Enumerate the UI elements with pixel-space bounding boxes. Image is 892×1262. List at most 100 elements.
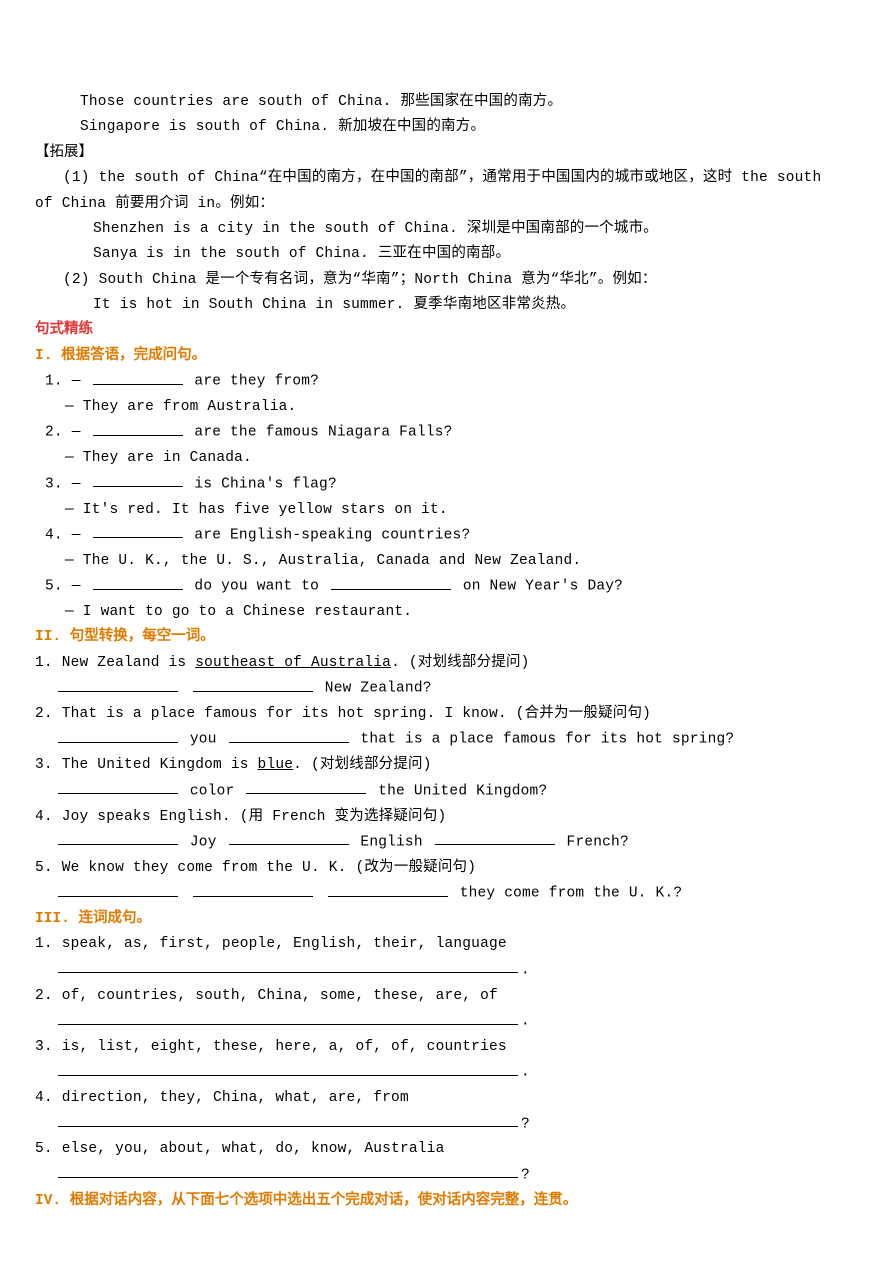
fill-blank[interactable]	[331, 574, 451, 590]
q-tail: is China's flag?	[186, 476, 337, 492]
s1-a1: — They are from Australia.	[35, 395, 857, 420]
s2-q2: 2. That is a place famous for its hot sp…	[35, 702, 857, 727]
s3-q3-blank: .	[35, 1060, 857, 1086]
expansion-p2: (2) South China 是一个专有名词，意为“华南”；North Chi…	[35, 268, 857, 293]
fill-blank[interactable]	[435, 830, 555, 846]
fill-blank[interactable]	[93, 523, 183, 539]
fill-blank[interactable]	[93, 472, 183, 488]
q-post: . (对划线部分提问)	[293, 757, 432, 773]
q-tail: New Zealand?	[316, 681, 432, 697]
s3-q1-blank: .	[35, 958, 857, 984]
s3-q5: 5. else, you, about, what, do, know, Aus…	[35, 1137, 857, 1162]
fill-blank[interactable]	[229, 727, 349, 743]
punct: .	[521, 1014, 530, 1030]
s3-q4-blank: ?	[35, 1112, 857, 1138]
expansion-ex1: Shenzhen is a city in the south of China…	[35, 217, 857, 242]
q-tail: the United Kingdom?	[369, 783, 547, 799]
text-en: Those countries are south of China.	[80, 94, 392, 110]
fill-blank[interactable]	[58, 1009, 518, 1025]
s3-q4: 4. direction, they, China, what, are, fr…	[35, 1086, 857, 1111]
s2-q3-blank: color the United Kingdom?	[35, 779, 857, 805]
text-en: Singapore is south of China.	[80, 119, 329, 135]
fill-blank[interactable]	[193, 676, 313, 692]
s1-a5: — I want to go to a Chinese restaurant.	[35, 600, 857, 625]
expansion-label: 【拓展】	[35, 141, 857, 166]
q-tail: are English-speaking countries?	[186, 527, 471, 543]
q-mid: color	[181, 783, 243, 799]
heading-s4: IV. 根据对话内容，从下面七个选项中选出五个完成对话，使对话内容完整，连贯。	[35, 1189, 857, 1214]
fill-blank[interactable]	[229, 830, 349, 846]
heading-s3: III. 连词成句。	[35, 907, 857, 932]
s2-q1-blank: New Zealand?	[35, 676, 857, 702]
fill-blank[interactable]	[58, 830, 178, 846]
fill-blank[interactable]	[58, 881, 178, 897]
s1-a3: — It's red. It has five yellow stars on …	[35, 498, 857, 523]
q-tail: on New Year's Day?	[454, 579, 623, 595]
s1-q5: 5. — do you want to on New Year's Day?	[35, 574, 857, 600]
underlined-text: blue	[258, 757, 294, 773]
expansion-p1a: (1) the south of China“在中国的南方，在中国的南部”，通常…	[35, 166, 857, 191]
fill-blank[interactable]	[93, 369, 183, 385]
q-tail: that is a place famous for its hot sprin…	[352, 732, 735, 748]
s3-q5-blank: ?	[35, 1163, 857, 1189]
q-mid: you	[181, 732, 226, 748]
fill-blank[interactable]	[58, 1112, 518, 1128]
example-line-1: Those countries are south of China. 那些国家…	[35, 90, 857, 115]
s3-q2: 2. of, countries, south, China, some, th…	[35, 984, 857, 1009]
heading-s1: I. 根据答语，完成问句。	[35, 344, 857, 369]
fill-blank[interactable]	[58, 779, 178, 795]
fill-blank[interactable]	[328, 881, 448, 897]
underlined-text: southeast of Australia	[195, 655, 391, 671]
s1-a4: — The U. K., the U. S., Australia, Canad…	[35, 549, 857, 574]
s2-q5-blank: they come from the U. K.?	[35, 881, 857, 907]
fill-blank[interactable]	[58, 1163, 518, 1179]
s1-q4: 4. — are English-speaking countries?	[35, 523, 857, 549]
punct: .	[521, 1065, 530, 1081]
heading-practice: 句式精练	[35, 318, 857, 343]
q-tail: they come from the U. K.?	[451, 886, 682, 902]
s1-q2: 2. — are the famous Niagara Falls?	[35, 420, 857, 446]
punct: .	[521, 962, 530, 978]
q-mid: do you want to	[186, 579, 328, 595]
expansion-ex2: Sanya is in the south of China. 三亚在中国的南部…	[35, 242, 857, 267]
page-content: Those countries are south of China. 那些国家…	[0, 0, 892, 1262]
q-post: . (对划线部分提问)	[391, 655, 530, 671]
s1-q3: 3. — is China's flag?	[35, 472, 857, 498]
expansion-p1b: of China 前要用介词 in。例如：	[35, 192, 857, 217]
q-p2: English	[352, 834, 432, 850]
s2-q3: 3. The United Kingdom is blue. (对划线部分提问)	[35, 753, 857, 778]
fill-blank[interactable]	[58, 676, 178, 692]
fill-blank[interactable]	[93, 574, 183, 590]
text-zh: 那些国家在中国的南方。	[392, 94, 563, 110]
text-zh: 夏季华南地区非常炎热。	[405, 297, 576, 313]
q-tail: are the famous Niagara Falls?	[186, 425, 453, 441]
s1-q1: 1. — are they from?	[35, 369, 857, 395]
s2-q2-blank: you that is a place famous for its hot s…	[35, 727, 857, 753]
s3-q1: 1. speak, as, first, people, English, th…	[35, 932, 857, 957]
text-en: Sanya is in the south of China.	[93, 246, 369, 262]
s3-q2-blank: .	[35, 1009, 857, 1035]
q-p3: French?	[558, 834, 629, 850]
s2-q4-blank: Joy English French?	[35, 830, 857, 856]
fill-blank[interactable]	[93, 420, 183, 436]
q-pre: 1. New Zealand is	[35, 655, 195, 671]
fill-blank[interactable]	[246, 779, 366, 795]
s2-q4: 4. Joy speaks English. (用 French 变为选择疑问句…	[35, 805, 857, 830]
punct: ?	[521, 1167, 530, 1183]
fill-blank[interactable]	[193, 881, 313, 897]
text-en: Shenzhen is a city in the south of China…	[93, 221, 458, 237]
fill-blank[interactable]	[58, 1060, 518, 1076]
text-en: It is hot in South China in summer.	[93, 297, 405, 313]
q-tail: are they from?	[186, 374, 320, 390]
fill-blank[interactable]	[58, 727, 178, 743]
q-p1: Joy	[181, 834, 226, 850]
fill-blank[interactable]	[58, 958, 518, 974]
expansion-ex3: It is hot in South China in summer. 夏季华南…	[35, 293, 857, 318]
example-line-2: Singapore is south of China. 新加坡在中国的南方。	[35, 115, 857, 140]
s2-q5: 5. We know they come from the U. K. (改为一…	[35, 856, 857, 881]
text-zh: 新加坡在中国的南方。	[329, 119, 485, 135]
heading-s2: II. 句型转换，每空一词。	[35, 625, 857, 650]
s3-q3: 3. is, list, eight, these, here, a, of, …	[35, 1035, 857, 1060]
q-pre: 3. The United Kingdom is	[35, 757, 258, 773]
punct: ?	[521, 1116, 530, 1132]
